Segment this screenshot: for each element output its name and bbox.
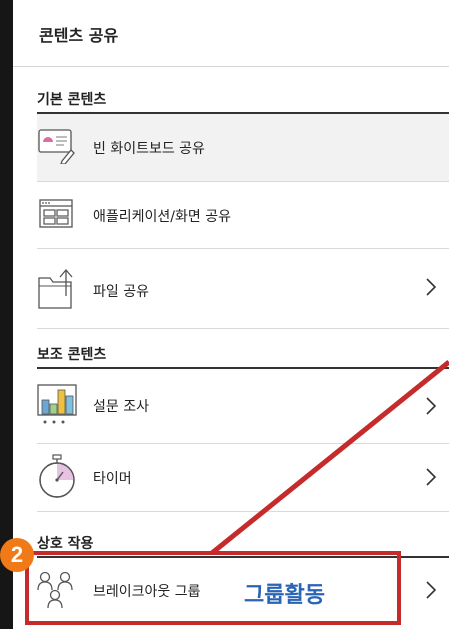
annotation-step-badge: 2 — [0, 538, 34, 572]
annotation-label: 그룹활동 — [244, 583, 325, 608]
annotation-arrow — [210, 360, 449, 555]
annotation-highlight-box — [25, 551, 401, 625]
